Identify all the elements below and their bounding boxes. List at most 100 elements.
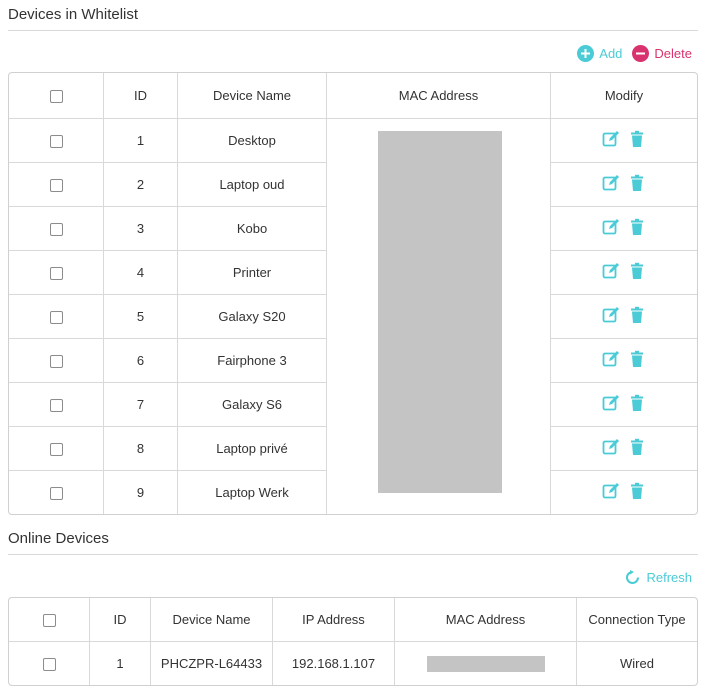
- table-header-row: ID Device Name MAC Address Modify: [9, 73, 697, 119]
- row-select-cell: [9, 339, 104, 383]
- table-row: 2 Laptop oud: [9, 163, 697, 207]
- device-id: 4: [104, 251, 178, 295]
- column-header-device-name: Device Name: [151, 598, 273, 642]
- trash-icon[interactable]: [628, 394, 646, 412]
- edit-icon[interactable]: [602, 262, 620, 280]
- row-checkbox[interactable]: [49, 399, 63, 413]
- row-checkbox[interactable]: [42, 658, 56, 672]
- minus-circle-icon: [632, 45, 650, 62]
- whitelist-actions: Add Delete: [577, 45, 692, 62]
- refresh-button[interactable]: Refresh: [624, 569, 692, 586]
- device-id: 6: [104, 339, 178, 383]
- ip-address: 192.168.1.107: [273, 642, 395, 685]
- whitelist-table: ID Device Name MAC Address Modify 1 Deskt…: [8, 72, 698, 515]
- modify-cell: [551, 295, 697, 339]
- column-header-mac-address: MAC Address: [327, 73, 551, 119]
- edit-icon[interactable]: [602, 218, 620, 236]
- modify-cell: [551, 339, 697, 383]
- device-name: Galaxy S20: [178, 295, 327, 339]
- edit-icon[interactable]: [602, 174, 620, 192]
- trash-icon[interactable]: [628, 218, 646, 236]
- trash-icon[interactable]: [628, 174, 646, 192]
- device-id: 3: [104, 207, 178, 251]
- row-checkbox[interactable]: [49, 443, 63, 457]
- row-select-cell: [9, 427, 104, 471]
- column-header-id: ID: [104, 73, 178, 119]
- trash-icon[interactable]: [628, 262, 646, 280]
- row-select-cell: [9, 295, 104, 339]
- mac-address-redaction: [426, 655, 545, 672]
- device-id: 1: [104, 119, 178, 163]
- edit-icon[interactable]: [602, 350, 620, 368]
- online-devices-table: ID Device Name IP Address MAC Address Co…: [8, 597, 698, 686]
- column-header-mac-address: MAC Address: [395, 598, 577, 642]
- column-header-id: ID: [90, 598, 151, 642]
- device-name: Printer: [178, 251, 327, 295]
- table-header-row: ID Device Name IP Address MAC Address Co…: [9, 598, 697, 642]
- row-checkbox[interactable]: [49, 267, 63, 281]
- device-name: Fairphone 3: [178, 339, 327, 383]
- row-checkbox[interactable]: [49, 135, 63, 149]
- edit-icon[interactable]: [602, 438, 620, 456]
- column-header-modify: Modify: [551, 73, 697, 119]
- table-row: 1 Desktop: [9, 119, 697, 163]
- add-label: Add: [599, 46, 623, 61]
- row-checkbox[interactable]: [49, 223, 63, 237]
- row-select-cell: [9, 471, 104, 514]
- device-name: PHCZPR-L64433: [151, 642, 273, 685]
- trash-icon[interactable]: [628, 438, 646, 456]
- table-row: 4 Printer: [9, 251, 697, 295]
- online-devices-divider: [8, 554, 698, 555]
- table-row: 3 Kobo: [9, 207, 697, 251]
- edit-icon[interactable]: [602, 130, 620, 148]
- add-button[interactable]: Add: [577, 45, 622, 62]
- modify-cell: [551, 163, 697, 207]
- edit-icon[interactable]: [602, 306, 620, 324]
- modify-cell: [551, 119, 697, 163]
- select-all-checkbox[interactable]: [42, 614, 56, 628]
- trash-icon[interactable]: [628, 482, 646, 500]
- row-select-cell: [9, 642, 90, 685]
- trash-icon[interactable]: [628, 350, 646, 368]
- column-header-device-name: Device Name: [178, 73, 327, 119]
- table-row: 9 Laptop Werk: [9, 471, 697, 514]
- select-all-checkbox[interactable]: [49, 90, 63, 104]
- device-name: Kobo: [178, 207, 327, 251]
- plus-circle-icon: [577, 45, 595, 62]
- refresh-icon: [624, 569, 641, 586]
- mac-address-redaction: [378, 131, 502, 493]
- row-checkbox[interactable]: [49, 487, 63, 501]
- row-select-cell: [9, 207, 104, 251]
- table-row: 6 Fairphone 3: [9, 339, 697, 383]
- row-select-cell: [9, 251, 104, 295]
- refresh-label: Refresh: [646, 570, 692, 585]
- row-checkbox[interactable]: [49, 311, 63, 325]
- trash-icon[interactable]: [628, 306, 646, 324]
- table-row: 5 Galaxy S20: [9, 295, 697, 339]
- edit-icon[interactable]: [602, 394, 620, 412]
- modify-cell: [551, 427, 697, 471]
- device-name: Desktop: [178, 119, 327, 163]
- edit-icon[interactable]: [602, 482, 620, 500]
- row-select-cell: [9, 163, 104, 207]
- device-id: 5: [104, 295, 178, 339]
- select-all-cell: [9, 598, 90, 642]
- mac-address-cell: [395, 642, 577, 685]
- row-checkbox[interactable]: [49, 179, 63, 193]
- row-select-cell: [9, 383, 104, 427]
- row-checkbox[interactable]: [49, 355, 63, 369]
- device-name: Laptop privé: [178, 427, 327, 471]
- trash-icon[interactable]: [628, 130, 646, 148]
- whitelist-divider: [8, 30, 698, 31]
- device-id: 8: [104, 427, 178, 471]
- row-select-cell: [9, 119, 104, 163]
- device-name: Galaxy S6: [178, 383, 327, 427]
- modify-cell: [551, 251, 697, 295]
- device-name: Laptop oud: [178, 163, 327, 207]
- device-id: 2: [104, 163, 178, 207]
- table-row: 8 Laptop privé: [9, 427, 697, 471]
- device-id: 1: [90, 642, 151, 685]
- device-id: 9: [104, 471, 178, 514]
- select-all-cell: [9, 73, 104, 119]
- delete-button[interactable]: Delete: [632, 45, 692, 62]
